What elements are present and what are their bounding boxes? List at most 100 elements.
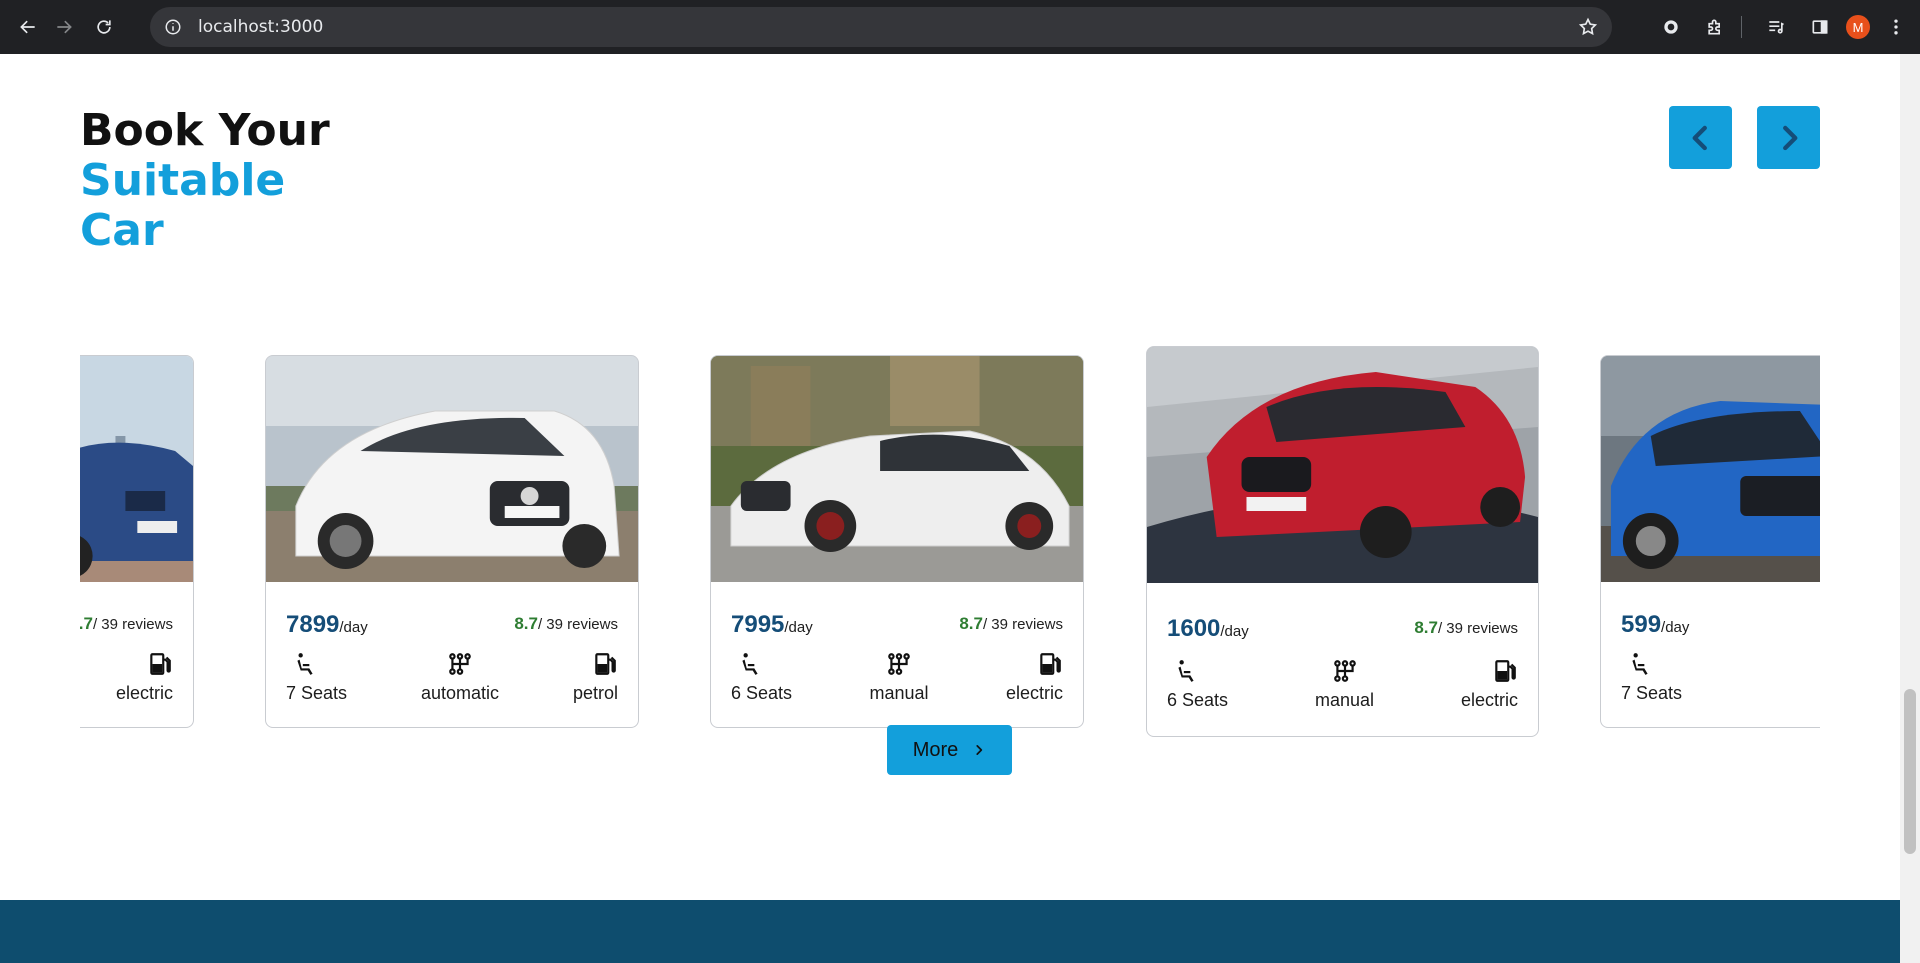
ev-fuel-icon (1495, 660, 1516, 682)
arrow-left-icon (20, 20, 35, 34)
footer-band (0, 900, 1900, 963)
back-button[interactable] (10, 9, 46, 45)
spec-fuel-label: petrol (572, 683, 618, 703)
rating-text: / 39 reviews (1437, 620, 1518, 637)
page-content: Book Your Suitable Car .7/ 39 reviews el… (0, 54, 1900, 963)
chevron-right-icon (1782, 125, 1797, 150)
car-rating: 8.7/ 39 reviews (1414, 618, 1518, 638)
page-scrollbar[interactable] (1900, 54, 1920, 963)
carousel-prev-button[interactable] (1669, 106, 1732, 169)
car-specs: electric (80, 651, 173, 704)
price-unit: /day (339, 619, 368, 636)
browser-toolbar: localhost:3000 M (0, 0, 1920, 54)
car-carousel: .7/ 39 reviews electric 7899/day 8.7/ 39… (80, 284, 1820, 744)
reload-button[interactable] (86, 9, 122, 45)
bookmark-star-icon[interactable] (1578, 17, 1598, 37)
more-button-label: More (912, 738, 959, 761)
seat-icon (1632, 653, 1648, 675)
car-rating: 8.7/ 39 reviews (514, 614, 618, 634)
site-info-icon[interactable] (164, 18, 182, 36)
car-card[interactable]: 7995/day 8.7/ 39 reviews 6 Seats manual … (710, 355, 1084, 728)
rating-score: 8.7 (1414, 618, 1438, 637)
spec-transmission-label: manual (1314, 690, 1375, 710)
car-specs: 7 Seats automat (1621, 651, 1820, 704)
spec-fuel-label: electric (1005, 683, 1063, 703)
profile-avatar[interactable]: M (1846, 15, 1870, 39)
price-value: 7899 (286, 611, 340, 638)
spec-seats: 7 Seats (286, 651, 347, 704)
arrow-right-icon (57, 20, 72, 34)
section-title: Book Your Suitable Car (80, 106, 540, 256)
seat-icon (1178, 660, 1194, 682)
circle-extension-icon (1664, 20, 1678, 34)
car-rating: 8.7/ 39 reviews (959, 614, 1063, 634)
car-price: 599/day (1621, 611, 1689, 639)
reload-icon (97, 20, 111, 34)
car-price: 7899/day (286, 611, 368, 639)
side-panel-button[interactable] (1802, 9, 1838, 45)
car-price: 7995/day (731, 611, 813, 639)
spec-seats-label: 7 Seats (286, 683, 348, 703)
price-value: 7995 (731, 611, 785, 638)
price-value: 1600 (1167, 615, 1221, 642)
gearbox-icon (449, 653, 471, 675)
gearbox-icon (1333, 660, 1356, 682)
media-control-button[interactable] (1758, 9, 1794, 45)
title-accent-car: Car (80, 205, 164, 256)
car-image-blue-crossover (1601, 356, 1820, 582)
ev-fuel-icon (595, 653, 616, 675)
spec-seats: 7 Seats (1621, 651, 1682, 704)
price-unit: /day (1220, 623, 1249, 640)
browser-menu-button[interactable] (1878, 9, 1914, 45)
spec-fuel: electric (116, 651, 173, 704)
title-accent-suitable: Suitable (80, 155, 286, 206)
car-photo (1147, 347, 1538, 583)
spec-transmission-label: manual (869, 683, 929, 703)
scrollbar-thumb[interactable] (1904, 689, 1916, 854)
car-photo (266, 356, 638, 582)
spec-fuel: electric (1461, 658, 1518, 711)
carousel-next-button[interactable] (1757, 106, 1820, 169)
car-card[interactable]: 7899/day 8.7/ 39 reviews 7 Seats automat… (265, 355, 639, 728)
spec-fuel: petrol (573, 651, 618, 704)
car-specs: 7 Seats automatic petrol (286, 651, 618, 704)
seat-icon (742, 653, 758, 675)
car-photo (80, 356, 193, 582)
spec-seats: 6 Seats (1167, 658, 1228, 711)
address-bar[interactable]: localhost:3000 (150, 7, 1612, 47)
more-button[interactable]: More (887, 725, 1012, 775)
car-price: 1600/day (1167, 615, 1249, 643)
puzzle-icon (1708, 19, 1720, 35)
browser-actions: M (1645, 0, 1920, 54)
url-text[interactable]: localhost:3000 (198, 17, 323, 37)
rating-score: .7 (80, 614, 93, 633)
car-image-white-suv-coupe (266, 356, 638, 582)
profile-extension-button[interactable] (1653, 9, 1689, 45)
car-card[interactable]: 1600/day 8.7/ 39 reviews 6 Seats manual … (1146, 346, 1539, 737)
ev-fuel-icon (150, 653, 171, 675)
rating-score: 8.7 (959, 614, 983, 633)
car-specs: 6 Seats manual electric (731, 651, 1063, 704)
rating-text: / 39 reviews (92, 616, 173, 633)
chevron-left-icon (1692, 125, 1707, 150)
spec-transmission: manual (1315, 658, 1374, 711)
price-unit: /day (1661, 619, 1690, 636)
side-panel-icon (1812, 20, 1828, 34)
rating-text: / 39 reviews (982, 616, 1063, 633)
spec-seats: 6 Seats (731, 651, 792, 704)
car-specs: 6 Seats manual electric (1167, 658, 1518, 711)
car-card[interactable]: .7/ 39 reviews electric (80, 355, 194, 728)
car-photo (711, 356, 1083, 582)
car-card[interactable]: 599/day 7 Seats automat (1600, 355, 1820, 728)
car-image-blue-suv (80, 356, 193, 582)
media-queue-icon (1769, 21, 1784, 34)
spec-seats-label: 7 Seats (1621, 683, 1683, 703)
car-image-red-sedan (1147, 347, 1538, 583)
spec-fuel: electric (1006, 651, 1063, 704)
car-rating: .7/ 39 reviews (80, 614, 173, 634)
forward-button[interactable] (46, 9, 82, 45)
chevron-right-icon (976, 745, 983, 755)
seat-icon (297, 653, 313, 675)
extensions-button[interactable] (1697, 9, 1733, 45)
rating-score: 8.7 (514, 614, 538, 633)
